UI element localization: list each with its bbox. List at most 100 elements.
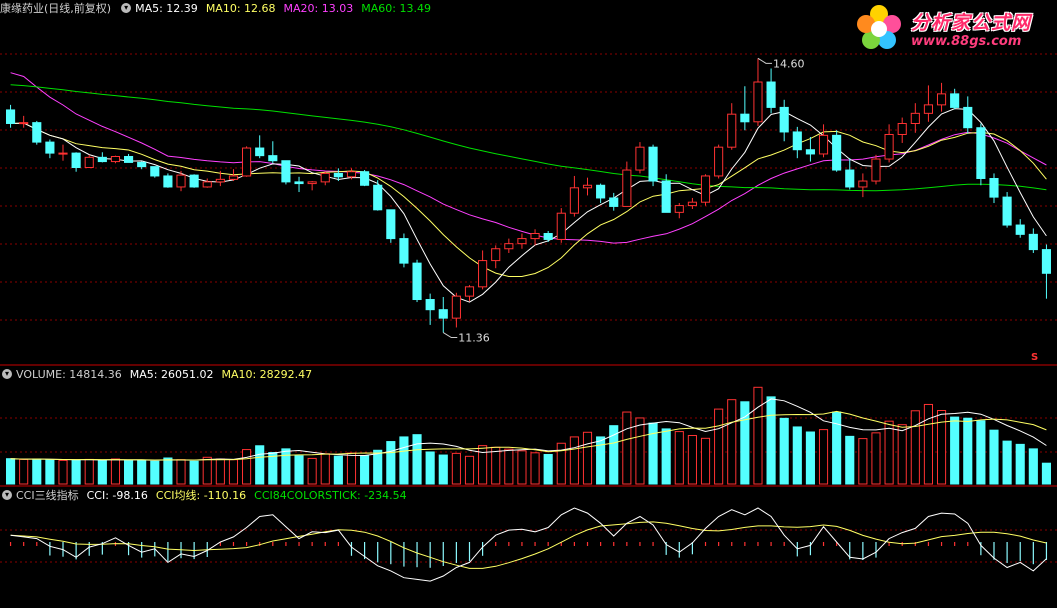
candle-up — [176, 174, 186, 188]
candle-up — [110, 155, 121, 163]
volume-bar-down — [373, 449, 383, 485]
candle-down — [5, 109, 16, 124]
volume-bar-down — [45, 459, 55, 485]
volume-bar-up — [884, 420, 894, 485]
candle-up — [582, 184, 593, 189]
chevron-down-icon[interactable]: ▾ — [121, 3, 132, 13]
volume-bar-up — [897, 424, 907, 485]
candle-down — [412, 262, 422, 301]
volume-bar-down — [333, 455, 343, 485]
candle-up — [884, 133, 894, 160]
volume-bar-down — [609, 425, 619, 485]
candle-down — [268, 155, 278, 162]
cci-panel-header: ▾ CCI三线指标 CCI: -98.16 CCI均线: -110.16 CCI… — [0, 487, 415, 503]
volume-bar-up — [923, 403, 933, 485]
volume-bar-up — [491, 446, 501, 485]
volume-bar-down — [5, 458, 16, 485]
volume-panel-header: ▾ VOLUME: 14814.36 MA5: 26051.02 MA10: 2… — [0, 366, 320, 382]
volume-bar-up — [84, 458, 94, 485]
volume-bar-down — [596, 436, 606, 485]
candle-down — [792, 131, 802, 151]
candle-up — [464, 286, 475, 297]
candle-up — [242, 147, 252, 177]
candle-down — [1002, 196, 1012, 226]
volume-bar-down — [124, 460, 134, 485]
volume-bar-down — [963, 417, 973, 485]
candle-down — [189, 174, 199, 188]
candle-up — [674, 205, 684, 213]
candle-down — [648, 146, 658, 182]
candle-up — [818, 134, 829, 155]
candle-up — [58, 152, 68, 155]
candle-down — [124, 155, 134, 163]
candle-down — [845, 169, 855, 188]
stock-title: 康缘药业(日线,前复权) — [0, 2, 112, 15]
volume-bar-up — [530, 452, 540, 485]
volume-bar-down — [779, 417, 789, 485]
volume-readout: VOLUME: 14814.36 — [16, 367, 122, 381]
candle-down — [779, 106, 789, 133]
low-price-label: 11.36 — [458, 332, 490, 345]
candle-up — [346, 171, 357, 178]
volume-bar-up — [307, 457, 317, 485]
candle-up — [19, 122, 29, 125]
volume-ma5-readout: MA5: 26051.02 — [129, 367, 214, 381]
candle-down — [963, 106, 973, 129]
volume-bar-up — [714, 408, 724, 485]
volume-bar-up — [871, 432, 881, 485]
candle-up — [202, 181, 212, 188]
candle-down — [609, 197, 619, 207]
candle-up — [714, 146, 724, 177]
chevron-down-icon[interactable]: ▾ — [2, 490, 12, 500]
candle-down — [832, 134, 842, 171]
chevron-down-icon[interactable]: ▾ — [2, 369, 12, 379]
candle-down — [661, 180, 671, 213]
candle-down — [596, 184, 606, 199]
candle-up — [910, 112, 920, 124]
candle-down — [281, 160, 291, 183]
candle-up — [936, 93, 947, 106]
candle-up — [228, 175, 239, 180]
volume-bar-up — [910, 410, 920, 485]
candle-up — [753, 81, 763, 123]
volume-bar-up — [674, 431, 684, 485]
candle-up — [871, 158, 881, 182]
volume-bar-down — [740, 401, 750, 485]
candle-up — [727, 113, 737, 148]
candle-down — [150, 166, 160, 177]
candle-down — [45, 141, 55, 154]
candle-down — [438, 309, 448, 319]
volume-bar-up — [700, 437, 711, 485]
volume-bar-up — [478, 445, 488, 485]
candle-down — [163, 175, 173, 188]
candle-up — [700, 175, 711, 203]
volume-bar-down — [360, 455, 370, 485]
high-price-label: 14.60 — [773, 57, 805, 70]
candle-down — [294, 181, 304, 185]
volume-bar-down — [648, 422, 658, 485]
candle-up — [215, 178, 225, 183]
volume-bar-down — [189, 460, 199, 485]
site-logo: 分析家公式网 www.88gs.com — [849, 2, 1049, 54]
volume-bar-down — [543, 453, 553, 485]
candle-down — [360, 171, 370, 186]
volume-bar-up — [517, 450, 527, 485]
volume-bar-down — [399, 436, 409, 485]
candle-down — [543, 233, 553, 240]
candle-up — [923, 104, 933, 114]
volume-bar-up — [622, 411, 632, 485]
cci-avg-line — [10, 521, 1047, 569]
candle-up — [635, 146, 645, 171]
volume-bar-up — [19, 458, 29, 485]
volume-bar-up — [818, 429, 829, 485]
volume-bar-down — [950, 416, 960, 485]
kline-chart[interactable]: 14.60 11.36 S — [0, 0, 1057, 608]
candle-up — [858, 180, 868, 188]
logo-text: 分析家公式网 — [911, 12, 1032, 34]
candle-down — [976, 127, 986, 179]
volume-bar-down — [294, 455, 304, 485]
volume-bar-up — [58, 459, 68, 485]
candle-up — [451, 295, 461, 319]
candle-up — [687, 201, 697, 207]
price-panel-header: 康缘药业(日线,前复权) ▾ MA5: 12.39 MA10: 12.68 MA… — [0, 0, 439, 16]
